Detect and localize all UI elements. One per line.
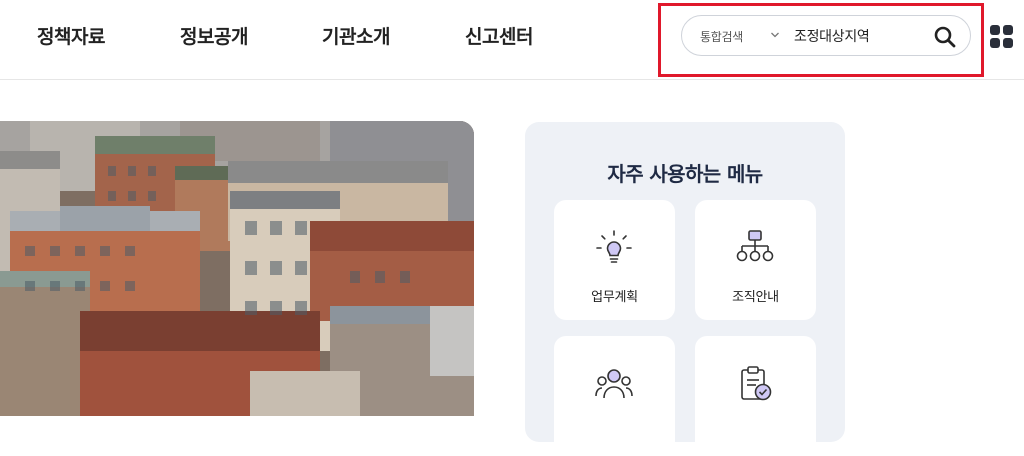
search-bar: 통합검색 [681,15,971,56]
quick-menu-item-work-plan[interactable]: 업무계획 [554,200,675,320]
nav-item-policy-materials[interactable]: 정책자료 [37,22,105,49]
hero-image [0,121,474,416]
nav-item-information-disclosure[interactable]: 정보공개 [180,22,248,49]
site-header: 정책자료 정보공개 기관소개 신고센터 통합검색 [0,0,1024,80]
quick-menu-item-organization[interactable]: 조직안내 [695,200,816,320]
chevron-down-icon[interactable] [770,31,780,39]
quick-menu-label: 조직안내 [732,290,779,305]
search-input[interactable] [794,24,924,48]
org-chart-icon [736,230,774,262]
search-scope-select[interactable]: 통합검색 [700,28,743,45]
lightbulb-icon [596,230,632,263]
aerial-city-photo [0,121,474,416]
search-icon[interactable] [932,24,958,50]
quick-menu-label: 업무계획 [591,290,638,305]
quick-menu-item-clipboard[interactable] [695,336,816,456]
quick-menu-panel: 자주 사용하는 메뉴 업무계획 조직안내 [525,122,845,456]
people-icon [595,369,633,399]
all-menu-grid-icon[interactable] [990,25,1014,49]
nav-item-about-agency[interactable]: 기관소개 [322,22,390,49]
quick-menu-title: 자주 사용하는 메뉴 [607,162,763,186]
nav-item-report-center[interactable]: 신고센터 [465,22,533,49]
clipboard-check-icon [741,366,772,401]
quick-menu-item-people[interactable] [554,336,675,456]
